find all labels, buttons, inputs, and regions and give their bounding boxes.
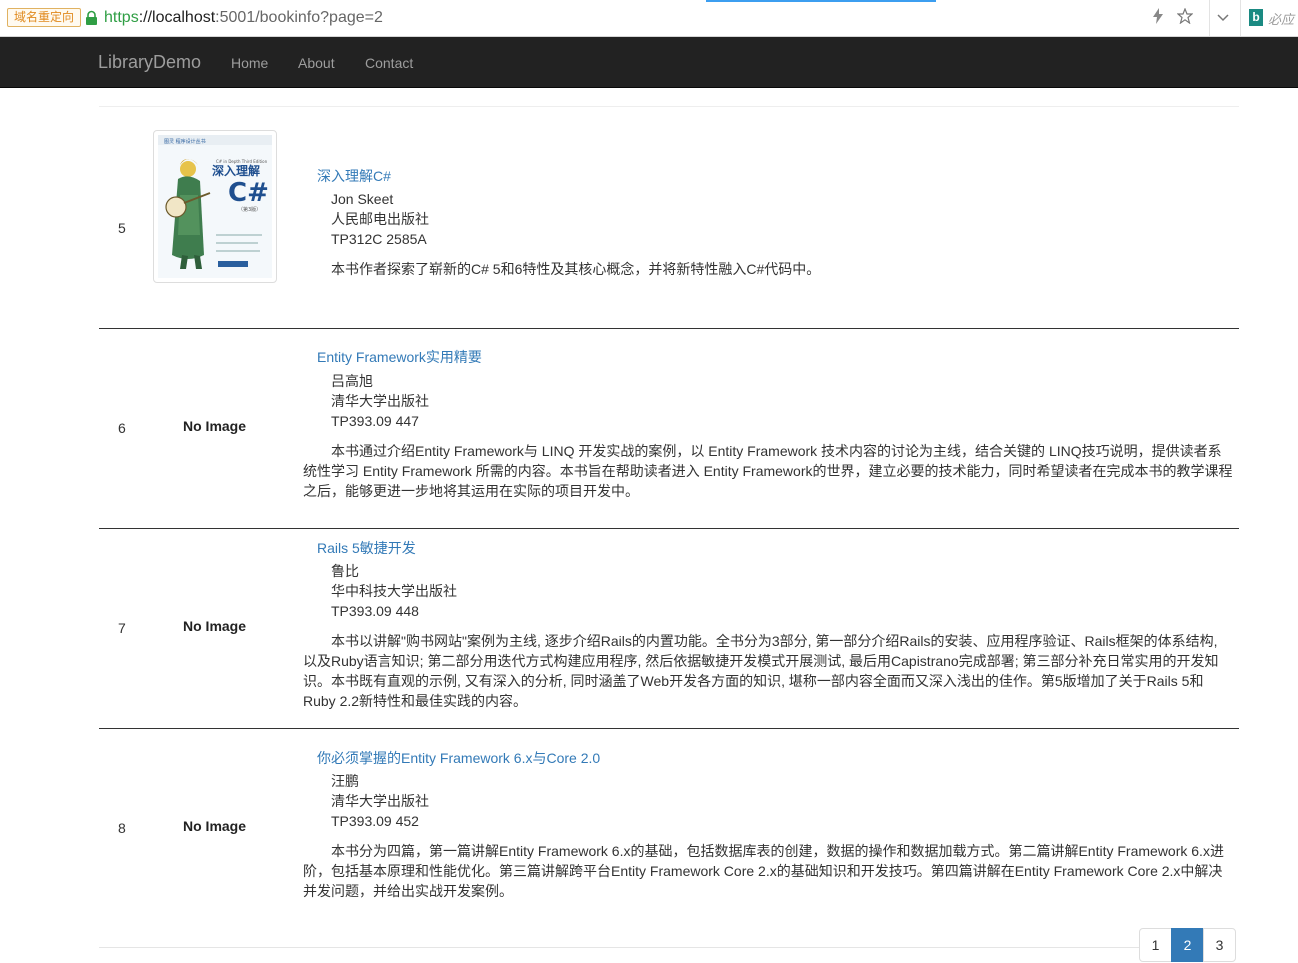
book-row: 8 No Image 你必须掌握的Entity Framework 6.x与Co…: [99, 728, 1239, 928]
book-number: 5: [118, 220, 126, 236]
lightning-icon[interactable]: [1148, 8, 1168, 28]
navbar-brand[interactable]: LibraryDemo: [98, 51, 201, 73]
book-publisher: 清华大学出版社: [331, 393, 429, 409]
book-author: 吕高旭: [331, 373, 373, 389]
book-title-link[interactable]: 深入理解C#: [317, 166, 391, 186]
book-call-number: TP312C 2585A: [331, 231, 427, 247]
nav-link-home[interactable]: Home: [231, 53, 268, 73]
book-call-number: TP393.09 452: [331, 813, 419, 829]
nav-link-contact[interactable]: Contact: [365, 53, 413, 73]
url-host: ://localhost: [138, 9, 216, 26]
address-bar-divider: [1209, 0, 1210, 36]
book-row: 5 图灵 程序设计丛书 C# in Depth Third Edition 深入…: [99, 107, 1239, 329]
url-field[interactable]: https://localhost:5001/bookinfo?page=2: [104, 8, 383, 28]
book-author: 鲁比: [331, 563, 359, 579]
bing-logo-icon[interactable]: b: [1249, 9, 1263, 26]
search-engine-label[interactable]: 必应: [1268, 9, 1294, 28]
url-scheme: https: [104, 9, 139, 26]
book-publisher: 华中科技大学出版社: [331, 583, 457, 599]
page-button-1[interactable]: 1: [1139, 928, 1172, 962]
cover-series: 图灵 程序设计丛书: [164, 138, 206, 145]
domain-redirect-badge[interactable]: 域名重定向: [7, 8, 82, 27]
book-title-link[interactable]: 你必须掌握的Entity Framework 6.x与Core 2.0: [317, 748, 600, 768]
book-number: 6: [118, 420, 126, 436]
book-publisher: 清华大学出版社: [331, 793, 429, 809]
book-cover-image: 图灵 程序设计丛书 C# in Depth Third Edition 深入理解…: [158, 135, 272, 278]
book-call-number: TP393.09 447: [331, 413, 419, 429]
cover-title-cn: 深入理解: [212, 163, 260, 178]
nav-link-about[interactable]: About: [298, 53, 335, 73]
book-author: Jon Skeet: [331, 191, 394, 207]
star-bookmark-icon[interactable]: [1175, 7, 1195, 28]
book-number: 8: [118, 820, 126, 836]
cover-title-big: C#: [228, 178, 269, 208]
no-image-label: No Image: [183, 618, 247, 634]
book-publisher: 人民邮电出版社: [331, 211, 429, 227]
page-button-2-current[interactable]: 2: [1171, 928, 1204, 962]
chevron-down-icon[interactable]: [1213, 8, 1233, 28]
lock-icon[interactable]: [85, 10, 98, 26]
browser-address-bar: 域名重定向 https://localhost:5001/bookinfo?pa…: [0, 0, 1298, 37]
page-button-3[interactable]: 3: [1203, 928, 1236, 962]
book-row: 7 No Image Rails 5敏捷开发 鲁比 华中科技大学出版社 TP39…: [99, 528, 1239, 729]
book-cover-thumbnail[interactable]: 图灵 程序设计丛书 C# in Depth Third Edition 深入理解…: [153, 130, 277, 283]
book-description: 本书通过介绍Entity Framework与 LINQ 开发实战的案例，以 E…: [303, 443, 1233, 499]
book-description: 本书作者探索了崭新的C# 5和6特性及其核心概念，并将新特性融入C#代码中。: [331, 261, 821, 277]
book-author: 汪鹏: [331, 773, 359, 789]
book-row: 6 No Image Entity Framework实用精要 吕高旭 清华大学…: [99, 328, 1239, 529]
book-description: 本书以讲解"购书网站"案例为主线, 逐步介绍Rails的内置功能。全书分为3部分…: [303, 633, 1219, 709]
book-call-number: TP393.09 448: [331, 603, 419, 619]
table-bottom-rule: [99, 947, 1139, 948]
url-path: :5001/bookinfo?page=2: [215, 9, 383, 26]
pagination: 1 2 3: [1139, 928, 1236, 962]
page-load-progress: [706, 0, 936, 2]
book-number: 7: [118, 620, 126, 636]
no-image-label: No Image: [183, 418, 247, 434]
book-title-link[interactable]: Entity Framework实用精要: [317, 347, 482, 367]
no-image-label: No Image: [183, 818, 247, 834]
site-navbar: LibraryDemo Home About Contact: [0, 37, 1298, 88]
cover-edition: （第3版）: [238, 206, 261, 213]
address-bar-divider: [1240, 0, 1241, 36]
book-title-link[interactable]: Rails 5敏捷开发: [317, 538, 416, 558]
book-description: 本书分为四篇，第一篇讲解Entity Framework 6.x的基础，包括数据…: [303, 843, 1224, 899]
